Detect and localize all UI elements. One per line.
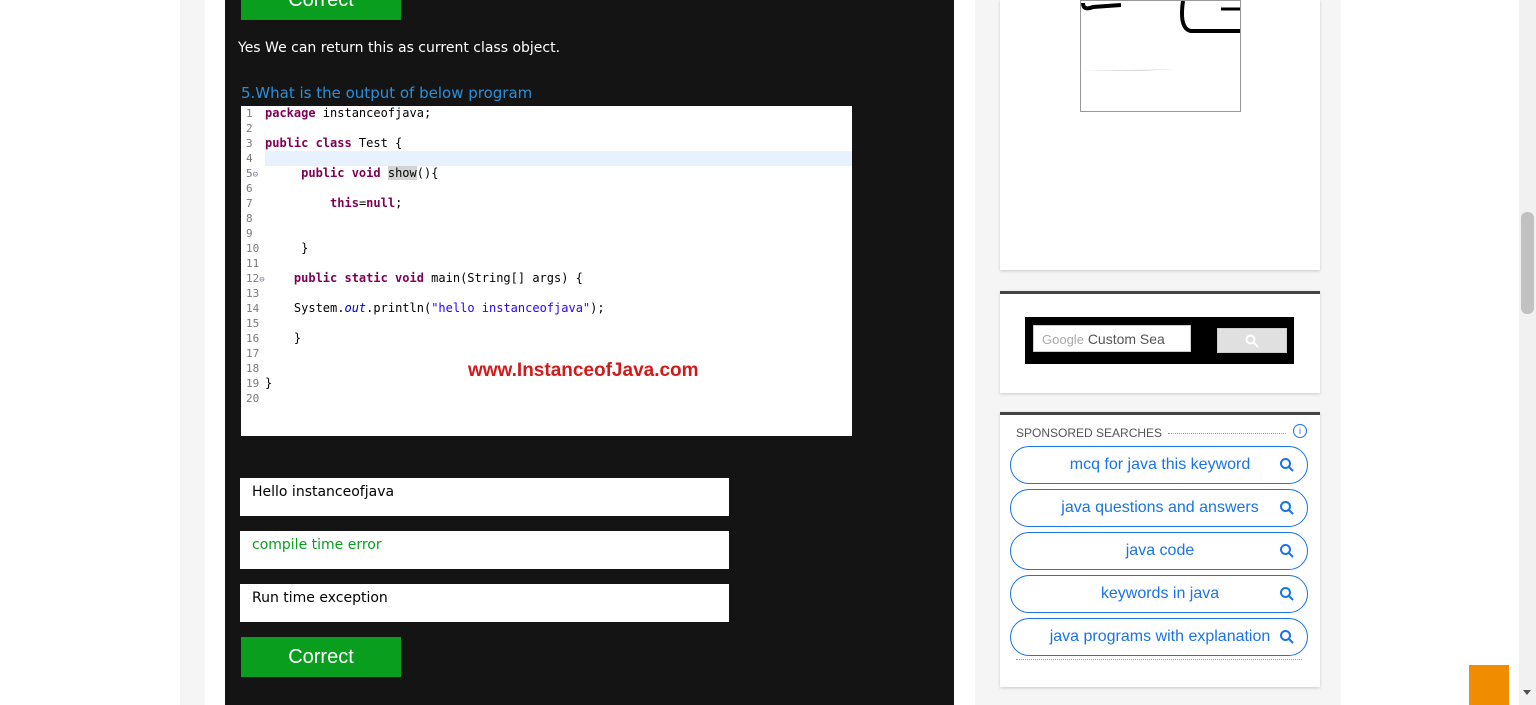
search-icon	[1280, 501, 1294, 515]
previous-correct-button[interactable]: Correct	[241, 0, 401, 20]
code-line: 4	[246, 152, 253, 165]
code-line: 8	[246, 212, 253, 225]
option-compile-time-error[interactable]: compile time error	[240, 531, 729, 569]
search-widget: Google Custom Sea	[1000, 291, 1320, 393]
option-run-time-exception[interactable]: Run time exception	[240, 584, 729, 622]
code-line: 11	[246, 257, 260, 270]
option-label: Hello instanceofjava	[252, 484, 395, 500]
code-line: 15	[246, 317, 260, 330]
search-icon	[1280, 544, 1294, 558]
code-line: 17	[246, 347, 260, 360]
option-label: Run time exception	[252, 590, 388, 606]
sponsored-item[interactable]: mcq for java this keyword	[1010, 446, 1308, 484]
sponsored-item[interactable]: java questions and answers	[1010, 489, 1308, 527]
code-line: 6	[246, 182, 253, 195]
code-line: 2	[246, 122, 253, 135]
correct-button[interactable]: Correct	[241, 637, 401, 677]
sponsored-item[interactable]: java programs with explanation	[1010, 618, 1308, 656]
divider	[1016, 659, 1302, 660]
scrollbar-thumb[interactable]	[1521, 212, 1534, 314]
code-line: 5⊖ public void show(){	[246, 166, 439, 180]
sponsored-item[interactable]: java code	[1010, 532, 1308, 570]
widget-top-bar	[1000, 412, 1320, 415]
watermark-text: www.InstanceofJava.com	[468, 360, 699, 381]
code-line: 14 System.out.println("hello instanceofj…	[246, 301, 605, 315]
code-line: 20	[246, 392, 260, 405]
sponsored-heading: SPONSORED SEARCHES	[1016, 426, 1163, 440]
sponsored-item-label: java code	[1125, 542, 1195, 559]
sponsored-searches-widget: SPONSORED SEARCHES i mcq for java this k…	[1000, 412, 1320, 687]
code-screenshot: 1 package instanceofjava; 2 3 public class…	[241, 106, 852, 436]
code-line: 16 }	[246, 331, 302, 345]
sponsored-item-label: java programs with explanation	[1049, 628, 1271, 645]
back-to-top-button[interactable]	[1469, 665, 1509, 705]
sponsored-item-label: java questions and answers	[1061, 499, 1259, 516]
vertical-scrollbar[interactable]	[1519, 0, 1536, 705]
code-line: 1 package instanceofjava;	[246, 106, 432, 120]
info-icon[interactable]: i	[1293, 424, 1307, 438]
google-custom-search: Google Custom Sea	[1025, 317, 1294, 364]
divider	[1168, 433, 1286, 434]
code-line: 7 this=null;	[246, 196, 403, 210]
code-line: 13	[246, 287, 260, 300]
code-line: 12⊖ public static void main(String[] arg…	[246, 271, 583, 285]
sidebar-image-widget	[1000, 0, 1320, 270]
sponsored-item-label: mcq for java this keyword	[1069, 456, 1251, 473]
question-title: 5.What is the output of below program	[241, 84, 533, 102]
code-line: 9	[246, 227, 253, 240]
sponsored-item[interactable]: keywords in java	[1010, 575, 1308, 613]
search-icon	[1245, 334, 1259, 348]
sponsored-item-label: keywords in java	[1100, 585, 1220, 602]
search-input[interactable]: Google Custom Sea	[1033, 325, 1191, 352]
search-icon	[1280, 458, 1294, 472]
search-icon	[1280, 630, 1294, 644]
previous-answer-explanation: Yes We can return this as current class …	[238, 40, 561, 56]
sidebar-thumbnail-image	[1080, 0, 1241, 112]
scroll-down-arrow-icon[interactable]	[1523, 690, 1531, 695]
search-icon	[1280, 587, 1294, 601]
widget-top-bar	[1000, 291, 1320, 294]
option-label: compile time error	[252, 537, 382, 553]
option-hello-instanceofjava[interactable]: Hello instanceofjava	[240, 478, 729, 516]
code-line: 3 public class Test {	[246, 136, 403, 150]
code-line: 10 }	[246, 241, 309, 255]
search-button[interactable]	[1217, 328, 1287, 353]
